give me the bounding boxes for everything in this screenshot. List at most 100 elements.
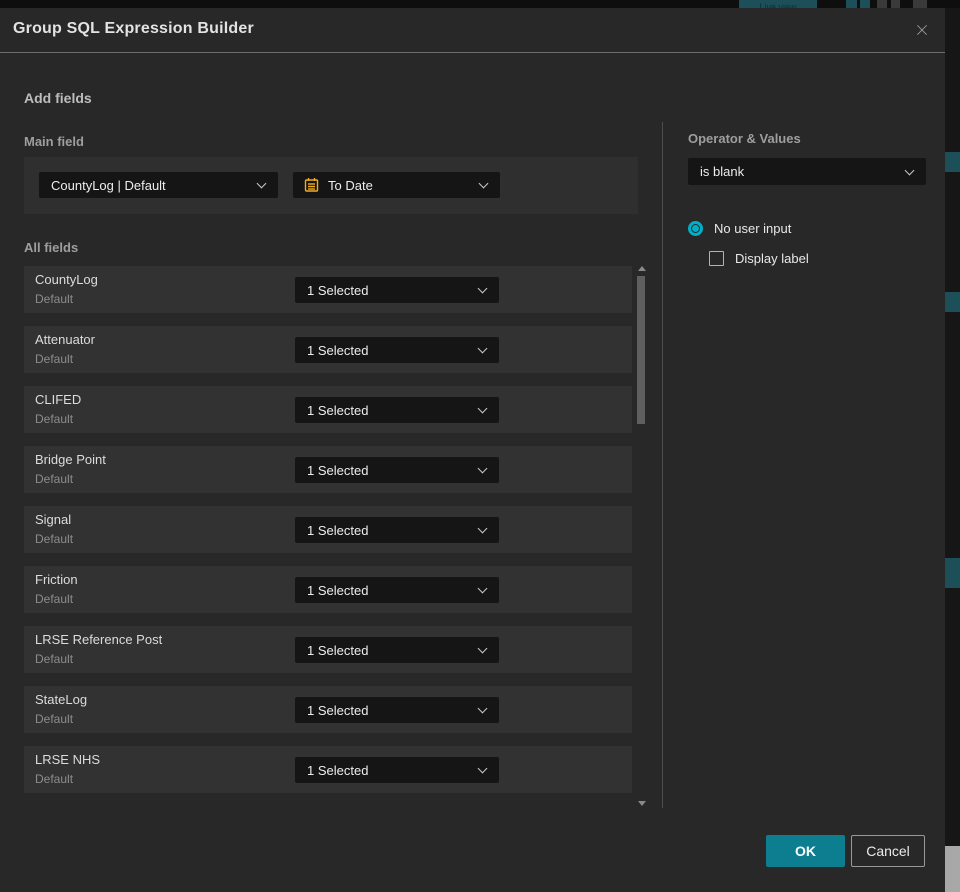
background-fragment <box>945 558 960 588</box>
field-selection-value: 1 Selected <box>307 522 369 538</box>
field-row: Signal Default 1 Selected <box>24 506 632 553</box>
field-selection-dropdown[interactable]: 1 Selected <box>295 277 499 303</box>
chevron-down-icon <box>477 343 488 354</box>
close-icon <box>917 25 927 35</box>
field-selection-value: 1 Selected <box>307 282 369 298</box>
field-type-label: Default <box>35 652 74 666</box>
close-button[interactable] <box>909 17 935 43</box>
field-selection-dropdown[interactable]: 1 Selected <box>295 337 499 363</box>
field-type-label: Default <box>35 772 74 786</box>
operator-values-heading: Operator & Values <box>688 131 801 146</box>
main-field-label: Main field <box>24 134 84 149</box>
field-selection-dropdown[interactable]: 1 Selected <box>295 457 499 483</box>
scroll-down-icon[interactable] <box>638 801 646 806</box>
field-selection-dropdown[interactable]: 1 Selected <box>295 577 499 603</box>
field-type-label: Default <box>35 292 74 306</box>
field-row: CountyLog Default 1 Selected <box>24 266 632 313</box>
operator-dropdown[interactable]: is blank <box>688 158 926 185</box>
checkbox-unchecked-icon <box>709 251 724 266</box>
chevron-down-icon <box>477 283 488 294</box>
field-name: Bridge Point <box>35 452 106 467</box>
field-type-label: Default <box>35 352 74 366</box>
chevron-down-icon <box>477 643 488 654</box>
background-fragment <box>945 152 960 172</box>
chevron-down-icon <box>477 403 488 414</box>
background-fragment <box>860 0 870 8</box>
background-fragment <box>877 0 887 8</box>
no-user-input-label: No user input <box>714 221 792 236</box>
main-field-dropdown[interactable]: CountyLog | Default <box>39 172 278 198</box>
ok-button[interactable]: OK <box>766 835 845 867</box>
field-name: Signal <box>35 512 72 527</box>
field-selection-dropdown[interactable]: 1 Selected <box>295 697 499 723</box>
field-selection-value: 1 Selected <box>307 582 369 598</box>
background-fragment <box>945 292 960 312</box>
group-sql-expression-builder-dialog: Group SQL Expression Builder Add fields … <box>0 8 945 892</box>
fields-list-scrollbar[interactable] <box>636 264 647 808</box>
field-type-label: Default <box>35 592 74 606</box>
date-calendar-icon <box>304 178 319 192</box>
field-selection-dropdown[interactable]: 1 Selected <box>295 517 499 543</box>
field-selection-value: 1 Selected <box>307 462 369 478</box>
field-name: Attenuator <box>35 332 95 347</box>
chevron-down-icon <box>477 463 488 474</box>
dialog-title: Group SQL Expression Builder <box>13 20 254 37</box>
field-row: Bridge Point Default 1 Selected <box>24 446 632 493</box>
main-field-dropdown-value: CountyLog | Default <box>51 177 166 193</box>
chevron-down-icon <box>477 583 488 594</box>
field-type-label: Default <box>35 472 74 486</box>
main-field-box: CountyLog | Default To Date <box>24 157 638 214</box>
field-selection-value: 1 Selected <box>307 642 369 658</box>
field-type-dropdown[interactable]: To Date <box>293 172 500 198</box>
field-row: Friction Default 1 Selected <box>24 566 632 613</box>
field-name: LRSE Reference Post <box>35 632 163 647</box>
live-view-button-fragment[interactable]: Live view <box>739 0 817 8</box>
field-row: LRSE NHS Default 1 Selected <box>24 746 632 793</box>
display-label-checkbox[interactable]: Display label <box>709 251 809 266</box>
field-name: CountyLog <box>35 272 98 287</box>
field-name: Friction <box>35 572 78 587</box>
field-type-label: Default <box>35 532 74 546</box>
panel-divider <box>662 122 663 808</box>
screen: Live view Group SQL Expression Builder A… <box>0 0 960 892</box>
field-selection-dropdown[interactable]: 1 Selected <box>295 637 499 663</box>
background-fragment <box>913 0 927 8</box>
chevron-down-icon <box>477 523 488 534</box>
operator-dropdown-value: is blank <box>700 164 745 179</box>
field-name: StateLog <box>35 692 88 707</box>
dialog-header: Group SQL Expression Builder <box>0 8 945 53</box>
chevron-down-icon <box>256 178 267 189</box>
field-row: LRSE Reference Post Default 1 Selected <box>24 626 632 673</box>
field-selection-dropdown[interactable]: 1 Selected <box>295 757 499 783</box>
background-right-strip <box>945 8 960 892</box>
field-type-label: Default <box>35 412 74 426</box>
field-name: LRSE NHS <box>35 752 101 767</box>
scroll-up-icon[interactable] <box>638 266 646 271</box>
chevron-down-icon <box>477 763 488 774</box>
field-selection-value: 1 Selected <box>307 702 369 718</box>
field-row: CLIFED Default 1 Selected <box>24 386 632 433</box>
field-name: CLIFED <box>35 392 82 407</box>
background-fragment <box>846 0 857 8</box>
chevron-down-icon <box>478 178 489 189</box>
cancel-button[interactable]: Cancel <box>851 835 925 867</box>
all-fields-label: All fields <box>24 240 79 255</box>
background-top-strip: Live view <box>0 0 960 8</box>
field-selection-value: 1 Selected <box>307 342 369 358</box>
scrollbar-thumb[interactable] <box>637 276 645 424</box>
chevron-down-icon <box>477 703 488 714</box>
field-row: StateLog Default 1 Selected <box>24 686 632 733</box>
add-fields-heading: Add fields <box>24 90 92 106</box>
field-selection-value: 1 Selected <box>307 762 369 778</box>
field-type-label: Default <box>35 712 74 726</box>
no-user-input-radio[interactable]: No user input <box>688 221 791 236</box>
field-selection-dropdown[interactable]: 1 Selected <box>295 397 499 423</box>
field-type-dropdown-value: To Date <box>328 177 373 193</box>
field-row: Attenuator Default 1 Selected <box>24 326 632 373</box>
chevron-down-icon <box>904 165 915 175</box>
display-label-text: Display label <box>735 251 809 266</box>
background-fragment <box>945 846 960 892</box>
field-selection-value: 1 Selected <box>307 402 369 418</box>
radio-selected-icon <box>688 221 703 236</box>
background-fragment <box>891 0 900 8</box>
